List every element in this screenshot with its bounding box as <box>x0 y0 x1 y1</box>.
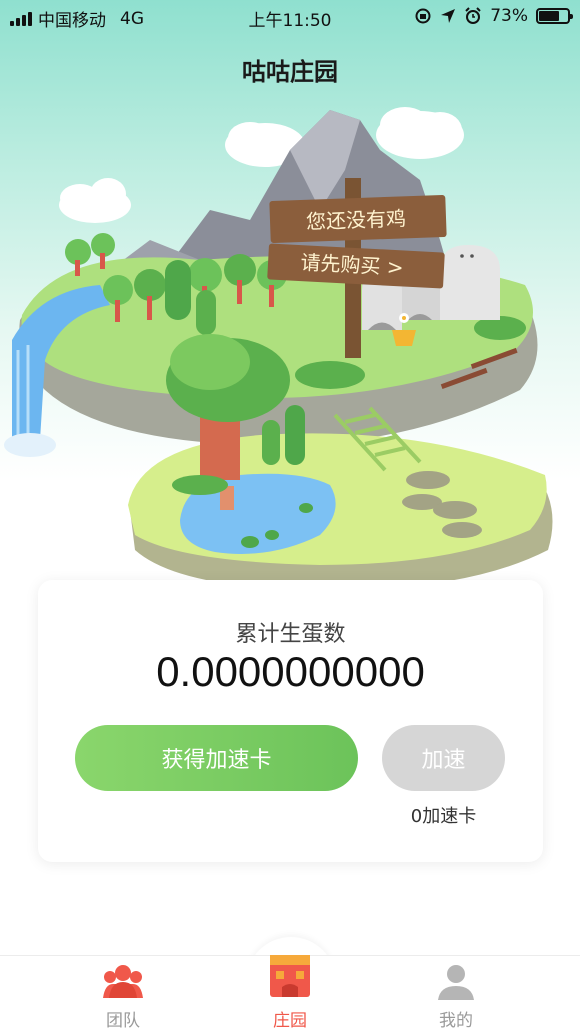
manor-illustration: 您还没有鸡 请先购买 > <box>4 107 553 590</box>
profile-icon <box>438 965 474 1000</box>
tab-team[interactable]: 团队 <box>63 956 183 1032</box>
status-right: 73% <box>414 6 573 26</box>
alarm-icon <box>465 7 481 24</box>
manor-icon <box>270 955 310 997</box>
get-speed-card-button[interactable]: 获得加速卡 <box>75 725 358 791</box>
tab-profile-label: 我的 <box>439 1011 473 1031</box>
sign-line-1: 您还没有鸡 <box>306 206 407 233</box>
status-bar: 中国移动 4G 上午11:50 73% <box>0 0 580 32</box>
egg-summary-card: 累计生蛋数 0.0000000000 获得加速卡 加速 0加速卡 <box>38 580 543 862</box>
speed-card-count: 0加速卡 <box>410 806 477 827</box>
egg-count-value: 0.0000000000 <box>156 648 425 695</box>
tab-bar: 团队 庄园 我的 <box>0 955 580 1032</box>
tab-team-label: 团队 <box>106 1011 140 1031</box>
egg-count-label: 累计生蛋数 <box>235 622 346 647</box>
tab-profile[interactable]: 我的 <box>396 956 516 1032</box>
tab-manor-label: 庄园 <box>273 1011 307 1031</box>
tab-manor[interactable]: 庄园 <box>230 955 350 1032</box>
orientation-lock-icon <box>415 8 431 24</box>
battery-icon <box>536 8 573 24</box>
speed-up-button[interactable]: 加速 <box>382 725 505 791</box>
team-icon <box>103 965 143 998</box>
battery-percent: 73% <box>490 6 528 26</box>
page-title: 咕咕庄园 <box>242 58 338 86</box>
location-icon <box>441 9 456 23</box>
